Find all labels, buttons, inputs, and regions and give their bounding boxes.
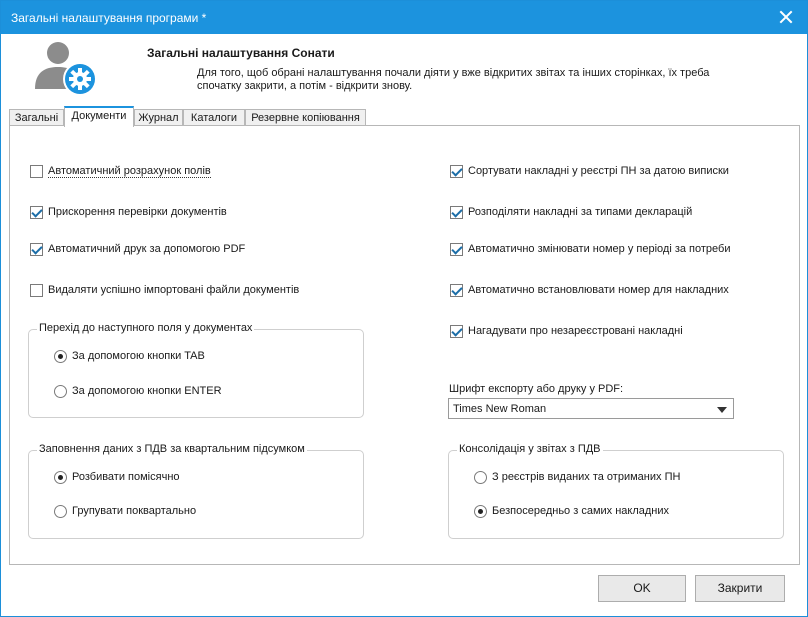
- speed-up-check-checkbox[interactable]: Прискорення перевірки документів: [30, 205, 227, 219]
- checkbox-box[interactable]: [450, 205, 463, 219]
- tab-documents[interactable]: Документи: [64, 106, 134, 127]
- group-legend: Заповнення даних з ПДВ за квартальним пі…: [37, 443, 307, 455]
- split-monthly-radio[interactable]: Розбивати помісячно: [54, 470, 180, 484]
- close-button[interactable]: Закрити: [695, 575, 785, 602]
- checkbox-box[interactable]: [450, 283, 463, 297]
- group-legend: Консолідація у звітах з ПДВ: [457, 443, 603, 455]
- from-registers-radio[interactable]: З реєстрів виданих та отриманих ПН: [474, 470, 680, 484]
- pdf-font-label: Шрифт експорту або друку у PDF:: [449, 383, 624, 395]
- auto-change-number-checkbox[interactable]: Автоматично змінювати номер у періоді за…: [450, 242, 730, 256]
- radio-dot[interactable]: [474, 504, 487, 518]
- radio-dot[interactable]: [474, 470, 487, 484]
- window-title: Загальні налаштування програми *: [11, 11, 207, 25]
- auto-print-pdf-checkbox[interactable]: Автоматичний друк за допомогою PDF: [30, 242, 245, 256]
- next-field-tab-radio[interactable]: За допомогою кнопки TAB: [54, 349, 205, 363]
- radio-dot[interactable]: [54, 349, 67, 363]
- checkbox-label: Автоматичний друк за допомогою PDF: [48, 243, 246, 255]
- close-icon[interactable]: [779, 10, 793, 24]
- radio-dot[interactable]: [54, 384, 67, 398]
- split-invoices-checkbox[interactable]: Розподіляти накладні за типами деклараці…: [450, 205, 692, 219]
- consolidation-group: Консолідація у звітах з ПДВ: [448, 443, 784, 539]
- checkbox-box[interactable]: [30, 242, 43, 256]
- group-legend: Перехід до наступного поля у документах: [37, 322, 255, 334]
- radio-label: За допомогою кнопки TAB: [72, 350, 205, 362]
- auto-set-number-checkbox[interactable]: Автоматично встановлювати номер для накл…: [450, 283, 729, 297]
- header-description: Для того, щоб обрані налаштування почали…: [197, 67, 710, 92]
- checkbox-box[interactable]: [30, 205, 43, 219]
- sort-invoices-checkbox[interactable]: Сортувати накладні у реєстрі ПН за датою…: [450, 164, 729, 178]
- checkbox-box[interactable]: [450, 242, 463, 256]
- checkbox-label: Видаляти успішно імпортовані файли докум…: [48, 284, 300, 296]
- radio-dot[interactable]: [54, 470, 67, 484]
- vat-fill-group: Заповнення даних з ПДВ за квартальним пі…: [28, 443, 364, 539]
- radio-label: Групувати поквартально: [72, 505, 197, 517]
- delete-imported-files-checkbox[interactable]: Видаляти успішно імпортовані файли докум…: [30, 283, 299, 297]
- settings-window: Загальні налаштування програми * Загальн…: [0, 0, 808, 617]
- title-bar: Загальні налаштування програми *: [1, 1, 807, 34]
- radio-label: За допомогою кнопки ENTER: [72, 385, 222, 397]
- radio-label: Розбивати помісячно: [72, 471, 180, 483]
- pdf-font-select[interactable]: Times New Roman: [448, 398, 734, 419]
- auto-calc-fields-checkbox[interactable]: Автоматичний розрахунок полів: [30, 164, 211, 178]
- checkbox-label: Розподіляти накладні за типами деклараці…: [468, 206, 693, 218]
- header-title: Загальні налаштування Сонати: [147, 46, 335, 60]
- group-quarterly-radio[interactable]: Групувати поквартально: [54, 504, 196, 518]
- checkbox-label: Автоматично змінювати номер у періоді за…: [468, 243, 731, 255]
- checkbox-label: Автоматичний розрахунок полів: [48, 164, 211, 178]
- next-field-enter-radio[interactable]: За допомогою кнопки ENTER: [54, 384, 222, 398]
- checkbox-label: Сортувати накладні у реєстрі ПН за датою…: [468, 165, 729, 177]
- radio-dot[interactable]: [54, 504, 67, 518]
- checkbox-box[interactable]: [30, 164, 43, 178]
- radio-label: З реєстрів виданих та отриманих ПН: [492, 471, 681, 483]
- checkbox-box[interactable]: [450, 324, 463, 338]
- from-invoices-radio[interactable]: Безпосередньо з самих накладних: [474, 504, 669, 518]
- radio-label: Безпосередньо з самих накладних: [492, 505, 670, 517]
- checkbox-label: Прискорення перевірки документів: [48, 206, 227, 218]
- chevron-down-icon[interactable]: [717, 407, 727, 413]
- pdf-font-value: Times New Roman: [453, 403, 547, 415]
- checkbox-label: Автоматично встановлювати номер для накл…: [468, 284, 729, 296]
- next-field-group: Перехід до наступного поля у документах: [28, 322, 364, 418]
- ok-button[interactable]: OK: [598, 575, 686, 602]
- checkbox-box[interactable]: [30, 283, 43, 297]
- remind-unregistered-checkbox[interactable]: Нагадувати про незареєстровані накладні: [450, 324, 683, 338]
- checkbox-box[interactable]: [450, 164, 463, 178]
- user-settings-icon: [35, 42, 97, 96]
- checkbox-label: Нагадувати про незареєстровані накладні: [468, 325, 683, 337]
